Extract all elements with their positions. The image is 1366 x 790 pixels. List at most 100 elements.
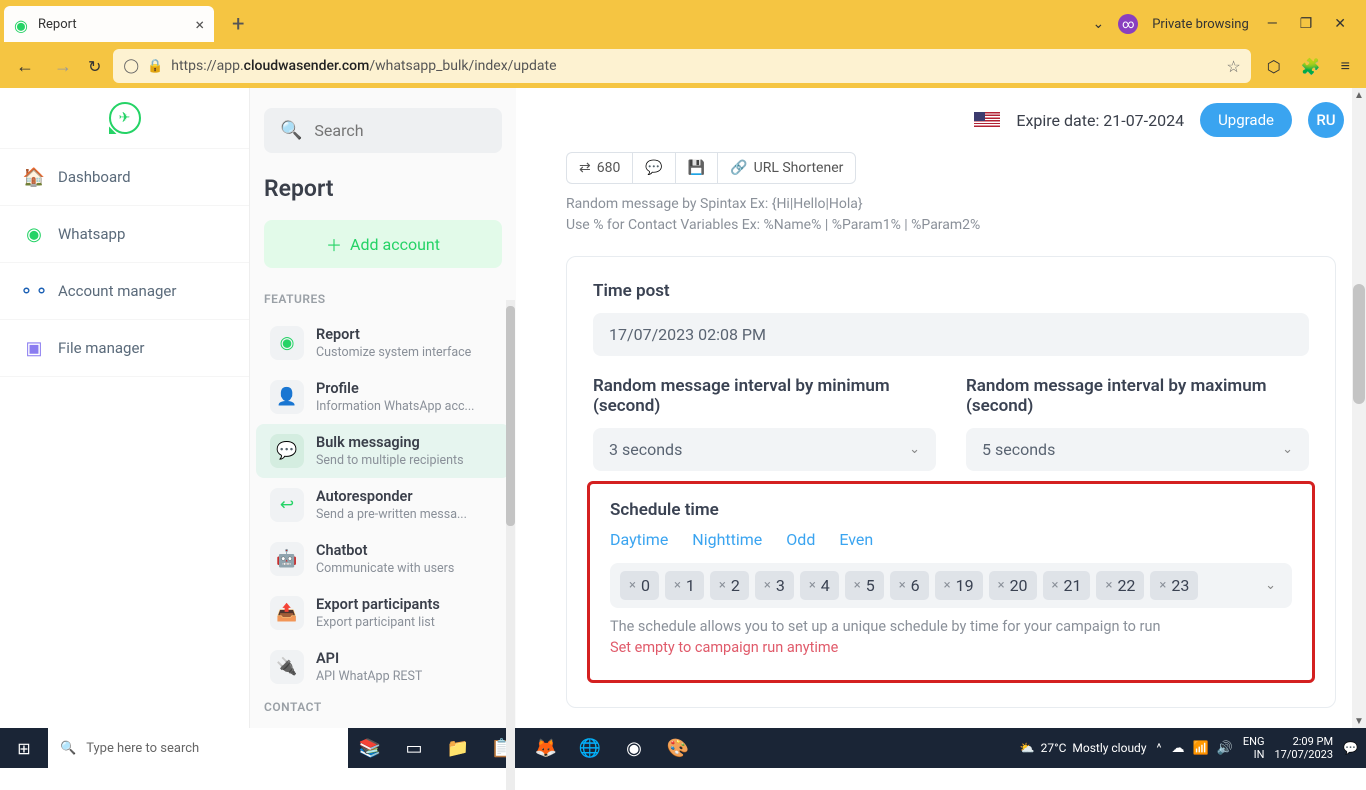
preset-nighttime[interactable]: Nighttime <box>692 530 762 549</box>
shield-icon[interactable]: ◯ <box>123 58 139 74</box>
taskbar-app[interactable]: ◉ <box>612 728 656 768</box>
schedule-time-section: Schedule time Daytime Nighttime Odd Even… <box>587 481 1315 683</box>
feature-title: Bulk messaging <box>316 434 464 453</box>
back-button[interactable]: ← <box>12 52 38 81</box>
close-icon[interactable]: × <box>195 15 204 34</box>
chat-icon: 💬 <box>270 434 304 468</box>
feature-api[interactable]: 🔌 API API WhatApp REST <box>256 640 510 694</box>
search-box[interactable]: 🔍 <box>264 108 502 153</box>
schedule-tag[interactable]: ×19 <box>935 571 983 600</box>
remove-icon[interactable]: × <box>1052 578 1059 593</box>
tool-emoji-button[interactable]: 💬 <box>632 152 674 184</box>
extensions-icon[interactable]: 🧩 <box>1297 53 1325 80</box>
remove-icon[interactable]: × <box>998 578 1005 593</box>
search-input[interactable] <box>314 121 517 140</box>
chevron-down-icon[interactable]: ⌄ <box>1093 16 1105 32</box>
schedule-tag[interactable]: ×21 <box>1043 571 1091 600</box>
remove-icon[interactable]: × <box>1105 578 1112 593</box>
nav-whatsapp[interactable]: ◉ Whatsapp <box>0 206 249 263</box>
taskbar-taskview[interactable]: ▭ <box>392 728 436 768</box>
nav-dashboard[interactable]: 🏠 Dashboard <box>0 148 249 206</box>
cloud-icon[interactable]: ☁ <box>1172 741 1185 756</box>
taskbar-search[interactable]: 🔍 Type here to search <box>48 728 348 768</box>
schedule-tag[interactable]: ×2 <box>710 571 749 600</box>
url-text: https://app.cloudwasender.com/whatsapp_b… <box>171 58 1218 74</box>
feature-export[interactable]: 📤 Export participants Export participant… <box>256 586 510 640</box>
browser-tab[interactable]: ◉ Report × <box>4 6 214 42</box>
remove-icon[interactable]: × <box>674 578 681 593</box>
start-button[interactable]: ⊞ <box>0 739 48 758</box>
schedule-tag[interactable]: ×1 <box>665 571 704 600</box>
maximize-button[interactable]: ❐ <box>1296 12 1317 36</box>
time-post-input[interactable]: 17/07/2023 02:08 PM <box>593 313 1309 356</box>
bookmark-star-icon[interactable]: ☆ <box>1226 57 1240 76</box>
scroll-up-icon[interactable]: ▲ <box>1353 88 1365 102</box>
feature-chatbot[interactable]: 🤖 Chatbot Communicate with users <box>256 532 510 586</box>
feature-subtitle: Send to multiple recipients <box>316 453 464 468</box>
schedule-tag[interactable]: ×22 <box>1096 571 1144 600</box>
schedule-tag[interactable]: ×0 <box>620 571 659 600</box>
schedule-tag[interactable]: ×3 <box>755 571 794 600</box>
remove-icon[interactable]: × <box>764 578 771 593</box>
feature-bulk-messaging[interactable]: 💬 Bulk messaging Send to multiple recipi… <box>256 424 510 478</box>
schedule-tag[interactable]: ×23 <box>1150 571 1198 600</box>
remove-icon[interactable]: × <box>719 578 726 593</box>
us-flag-icon[interactable] <box>974 112 1000 129</box>
language-indicator[interactable]: ENG IN <box>1243 735 1265 761</box>
taskbar-firefox[interactable]: 🦊 <box>524 728 568 768</box>
feature-autoresponder[interactable]: ↩ Autoresponder Send a pre-written messa… <box>256 478 510 532</box>
url-bar[interactable]: ◯ 🔒 https://app.cloudwasender.com/whatsa… <box>113 49 1250 83</box>
weather-widget[interactable]: ⛅ 27°C Mostly cloudy <box>1020 741 1147 755</box>
remove-icon[interactable]: × <box>1159 578 1166 593</box>
taskbar-explorer[interactable]: 📁 <box>436 728 480 768</box>
main-scrollbar-thumb[interactable] <box>1353 284 1365 404</box>
avatar[interactable]: RU <box>1308 102 1344 138</box>
preset-odd[interactable]: Odd <box>786 530 815 549</box>
tray-chevron-icon[interactable]: ^ <box>1157 741 1162 755</box>
pocket-icon[interactable]: ⬡ <box>1263 53 1285 80</box>
nav-account-manager[interactable]: ⚬⚬ Account manager <box>0 263 249 320</box>
upgrade-button[interactable]: Upgrade <box>1200 103 1292 137</box>
scroll-down-icon[interactable]: ▼ <box>1353 714 1365 728</box>
remove-icon[interactable]: × <box>809 578 816 593</box>
remove-icon[interactable]: × <box>629 578 636 593</box>
lock-icon[interactable]: 🔒 <box>147 59 163 74</box>
clock[interactable]: 2:09 PM 17/07/2023 <box>1275 735 1334 761</box>
forward-button[interactable]: → <box>50 52 76 81</box>
feature-profile[interactable]: 👤 Profile Information WhatsApp acc... <box>256 370 510 424</box>
schedule-tag[interactable]: ×5 <box>845 571 884 600</box>
schedule-tags-select[interactable]: ×0 ×1 ×2 ×3 ×4 ×5 ×6 ×19 ×20 ×21 ×22 ×23… <box>610 563 1292 608</box>
taskbar-paint[interactable]: 🎨 <box>656 728 700 768</box>
nav-file-manager[interactable]: ▣ File manager <box>0 320 249 377</box>
menu-icon[interactable]: ≡ <box>1337 52 1354 80</box>
schedule-tag[interactable]: ×6 <box>890 571 929 600</box>
add-account-button[interactable]: ＋ Add account <box>264 220 502 268</box>
main-scrollbar-track[interactable]: ▲ ▼ <box>1352 88 1366 728</box>
schedule-tag[interactable]: ×4 <box>800 571 839 600</box>
taskbar-app[interactable]: 📚 <box>348 728 392 768</box>
taskbar-chrome[interactable]: 🌐 <box>568 728 612 768</box>
private-mask-icon: ∞ <box>1118 14 1138 34</box>
minimize-button[interactable]: — <box>1263 12 1282 36</box>
taskbar-app[interactable]: 📋 <box>480 728 524 768</box>
remove-icon[interactable]: × <box>854 578 861 593</box>
close-window-button[interactable]: ✕ <box>1330 12 1350 36</box>
new-tab-button[interactable]: + <box>222 12 254 37</box>
max-interval-select[interactable]: 5 seconds ⌄ <box>966 428 1309 471</box>
notification-icon[interactable]: 💬 <box>1343 741 1358 755</box>
remove-icon[interactable]: × <box>899 578 906 593</box>
tool-save-button[interactable]: 💾 <box>675 152 717 184</box>
expire-date: Expire date: 21-07-2024 <box>1016 111 1184 130</box>
sound-icon[interactable]: 🔊 <box>1217 741 1233 756</box>
wifi-icon[interactable]: 📶 <box>1193 741 1209 756</box>
url-shortener-button[interactable]: 🔗 URL Shortener <box>717 152 856 184</box>
preset-even[interactable]: Even <box>839 530 873 549</box>
feature-report[interactable]: ◉ Report Customize system interface <box>256 316 510 370</box>
panel-scrollbar-thumb[interactable] <box>506 306 515 526</box>
schedule-tag[interactable]: ×20 <box>989 571 1037 600</box>
remove-icon[interactable]: × <box>944 578 951 593</box>
refresh-button[interactable]: ↻ <box>88 57 101 76</box>
chevron-down-icon[interactable]: ⌄ <box>1259 578 1282 593</box>
preset-daytime[interactable]: Daytime <box>610 530 668 549</box>
min-interval-select[interactable]: 3 seconds ⌄ <box>593 428 936 471</box>
